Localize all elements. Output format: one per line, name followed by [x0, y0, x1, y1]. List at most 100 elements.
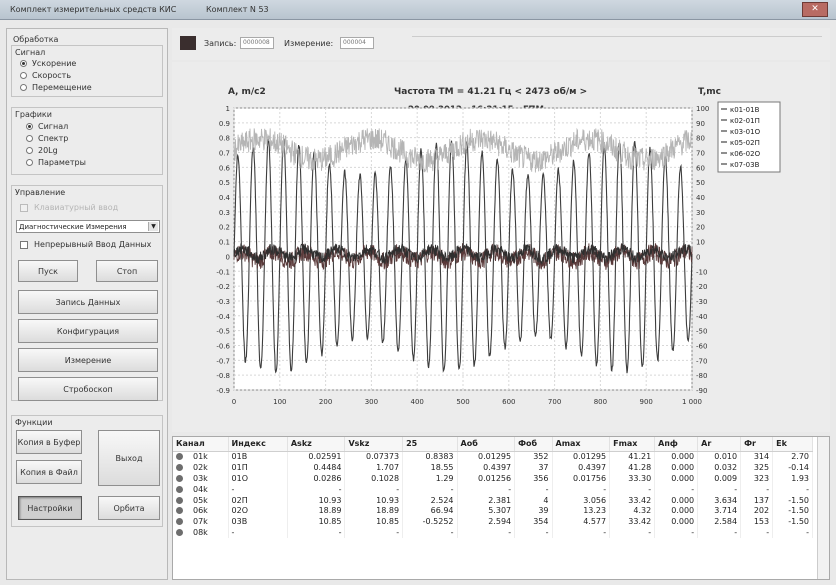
record-field[interactable]: 0000008	[240, 37, 274, 49]
legend-entry: к07-03В	[730, 161, 760, 169]
stop-button[interactable]: Стоп	[96, 260, 158, 282]
y-tick-label-right: 30	[696, 209, 705, 217]
table-cell: -1.50	[772, 494, 813, 506]
table-row[interactable]: 08k - - - - - - - - - - - -	[173, 527, 813, 539]
table-row[interactable]: 07k 03B 10.85 10.85 -0.5252 2.594 354 4.577 33.4…	[173, 516, 813, 528]
table-cell: -	[609, 483, 656, 495]
table-cell: 4.577	[552, 516, 611, 528]
table-cell: 01П	[228, 461, 288, 473]
y-tick-label-left: -0.4	[216, 313, 230, 321]
table-cell: 41.21	[609, 451, 656, 462]
channel-dot-icon	[176, 507, 183, 515]
radio-20lg[interactable]	[26, 147, 33, 154]
table-cell: -	[514, 483, 553, 495]
table-cell: 0.000	[654, 461, 699, 473]
kit-label: Комплект N 53	[206, 5, 269, 14]
channel-label: 04k	[193, 484, 208, 494]
radio-parameters[interactable]	[26, 159, 33, 166]
continuous-input-checkbox[interactable]	[20, 241, 28, 249]
table-cell: 01O	[228, 472, 288, 484]
start-button[interactable]: Пуск	[18, 260, 78, 282]
table-cell: 02П	[228, 494, 288, 506]
mode-select[interactable]: Диагностические Измерения ▼	[16, 220, 160, 233]
orbit-button[interactable]: Орбита	[98, 496, 160, 520]
channel-label: 03k	[193, 473, 208, 483]
table-cell: -	[402, 483, 458, 495]
x-tick-label: 400	[411, 398, 424, 406]
table-cell: 33.30	[609, 472, 656, 484]
table-cell: -	[697, 527, 742, 539]
y-tick-label-right: 80	[696, 135, 705, 143]
y-tick-label-left: 0.8	[219, 135, 230, 143]
table-cell: -	[287, 527, 346, 539]
table-cell: 0.000	[654, 494, 699, 506]
table-cell: 137	[740, 494, 774, 506]
table-cell: 0.4484	[287, 461, 346, 473]
exit-button[interactable]: Выход	[98, 430, 160, 486]
table-cell: 0.010	[697, 451, 742, 462]
color-swatch[interactable]	[180, 36, 196, 50]
y-tick-label-left: -0.1	[216, 268, 230, 276]
control-title: Управление	[15, 188, 66, 197]
table-row[interactable]: 02k 01П 0.4484 1.707 18.55 0.4397 37 0.4397 41.2…	[173, 461, 813, 473]
table-cell: 3.634	[697, 494, 742, 506]
channel-dot-icon	[176, 474, 183, 482]
x-tick-label: 300	[365, 398, 378, 406]
y-tick-label-right: -10	[696, 268, 707, 276]
results-table: Канал Индекс Askz Vskz 25 Aоб Фоб Amax Fmax Aпф Ar…	[173, 437, 813, 539]
table-cell: 1.707	[344, 461, 404, 473]
table-row[interactable]: 04k - - - - - - - - - - - -	[173, 483, 813, 495]
table-scrollbar[interactable]	[817, 437, 829, 579]
legend-entry: к06-02О	[730, 150, 761, 158]
table-cell: 0.009	[697, 472, 742, 484]
table-cell: 37	[514, 461, 553, 473]
channel-label: 01k	[193, 452, 208, 462]
table-cell: 0.8383	[402, 451, 458, 462]
table-cell: 0.02591	[287, 451, 346, 462]
table-row[interactable]: 01k 01B 0.02591 0.07373 0.8383 0.01295 352 0.01…	[173, 451, 813, 462]
table-cell: 10.93	[287, 494, 346, 506]
keyboard-input-checkbox[interactable]	[20, 204, 28, 212]
channel-cell: 02k	[173, 461, 229, 473]
copy-to-file-button[interactable]: Копия в Файл	[16, 460, 82, 484]
radio-velocity[interactable]	[20, 72, 27, 79]
y-tick-label-left: -0.7	[216, 357, 230, 365]
chart-legend: к01-01В к02-01П к03-01О к05-02П к06-02О к07-0…	[717, 101, 781, 173]
y-tick-label-right: -20	[696, 283, 707, 291]
table-cell: 0.1028	[344, 472, 404, 484]
measure-field[interactable]: 000004	[340, 37, 374, 49]
measurement-button[interactable]: Измерение	[18, 348, 158, 372]
table-row[interactable]: 03k 01O 0.0286 0.1028 1.29 0.01256 356 0.01756 3…	[173, 472, 813, 484]
y-tick-label-right: -70	[696, 357, 707, 365]
table-cell: 0.000	[654, 451, 699, 462]
table-cell: 0.0286	[287, 472, 346, 484]
table-cell: 13.23	[552, 505, 611, 517]
radio-signal[interactable]	[26, 123, 33, 130]
settings-button[interactable]: Настройки	[18, 496, 82, 520]
x-tick-label: 100	[273, 398, 286, 406]
configuration-button[interactable]: Конфигурация	[18, 319, 158, 343]
close-button[interactable]: ✕	[802, 2, 828, 17]
radio-velocity-label: Скорость	[32, 71, 72, 80]
radio-acceleration[interactable]	[20, 60, 27, 67]
table-cell: 10.85	[344, 516, 404, 528]
radio-20lg-label: 20Lg	[38, 146, 58, 155]
table-cell: 3.056	[552, 494, 611, 506]
channel-cell: 03k	[173, 472, 229, 484]
x-tick-label: 0	[232, 398, 236, 406]
table-row[interactable]: 06k 02O 18.89 18.89 66.94 5.307 39 13.23 4.32 0.0…	[173, 505, 813, 517]
table-cell: -	[514, 527, 553, 539]
table-row[interactable]: 05k 02П 10.93 10.93 2.524 2.381 4 3.056 33.42 0.0…	[173, 494, 813, 506]
channel-label: 08k	[193, 528, 208, 538]
table-cell: -	[457, 527, 516, 539]
stroboscope-button[interactable]: Стробоскоп	[18, 377, 158, 401]
column-header: Askz	[287, 437, 346, 452]
record-data-button[interactable]: Запись Данных	[18, 290, 158, 314]
table-cell: 0.000	[654, 505, 699, 517]
table-cell: 10.85	[287, 516, 346, 528]
table-cell: -	[697, 483, 742, 495]
table-cell: 0.4397	[552, 461, 611, 473]
radio-spectrum[interactable]	[26, 135, 33, 142]
copy-to-buffer-button[interactable]: Копия в Буфер	[16, 430, 82, 454]
radio-displacement[interactable]	[20, 84, 27, 91]
